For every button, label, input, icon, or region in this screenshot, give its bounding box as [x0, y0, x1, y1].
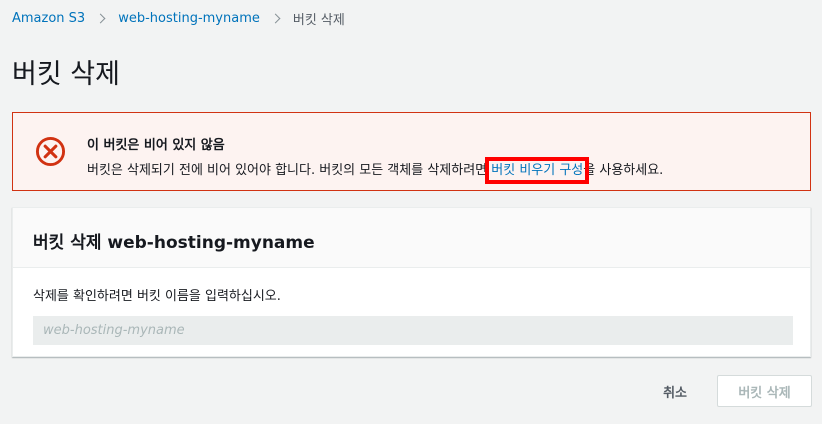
alert-text-after: 을 사용하세요.: [583, 163, 664, 178]
breadcrumb: Amazon S3 web-hosting-myname 버킷 삭제: [12, 9, 345, 28]
breadcrumb-current: 버킷 삭제: [292, 13, 345, 28]
delete-bucket-button[interactable]: 버킷 삭제: [717, 375, 812, 407]
cancel-button[interactable]: 취소: [663, 382, 687, 401]
empty-bucket-config-link[interactable]: 버킷 비우기 구성: [485, 157, 590, 184]
panel-header: 버킷 삭제 web-hosting-myname: [13, 208, 810, 268]
alert-text-before: 버킷은 삭제되기 전에 비어 있어야 합니다. 버킷의 모든 객체를 삭제하려면: [87, 163, 492, 178]
x-circle-icon: [35, 136, 66, 167]
panel-title: 버킷 삭제 web-hosting-myname: [33, 233, 315, 253]
bucket-name-confirm-input[interactable]: [33, 316, 793, 345]
breadcrumb-link-amazon-s3[interactable]: Amazon S3: [12, 11, 85, 26]
alert-message: 버킷은 삭제되기 전에 비어 있어야 합니다. 버킷의 모든 객체를 삭제하려면…: [87, 157, 664, 184]
confirm-field-label: 삭제를 확인하려면 버킷 이름을 입력하십시오.: [33, 289, 281, 304]
panel-body: 삭제를 확인하려면 버킷 이름을 입력하십시오.: [13, 268, 810, 345]
page-title: 버킷 삭제: [12, 59, 120, 90]
alert-title: 이 버킷은 비어 있지 않음: [87, 138, 225, 153]
footer-actions: 취소 버킷 삭제: [663, 375, 812, 407]
chevron-right-icon: [270, 13, 281, 24]
alert-body: 이 버킷은 비어 있지 않음 버킷은 삭제되기 전에 비어 있어야 합니다. 버…: [87, 134, 664, 184]
error-alert: 이 버킷은 비어 있지 않음 버킷은 삭제되기 전에 비어 있어야 합니다. 버…: [12, 112, 811, 191]
breadcrumb-link-bucket[interactable]: web-hosting-myname: [118, 11, 260, 26]
delete-bucket-panel: 버킷 삭제 web-hosting-myname 삭제를 확인하려면 버킷 이름…: [12, 207, 811, 357]
chevron-right-icon: [95, 13, 106, 24]
